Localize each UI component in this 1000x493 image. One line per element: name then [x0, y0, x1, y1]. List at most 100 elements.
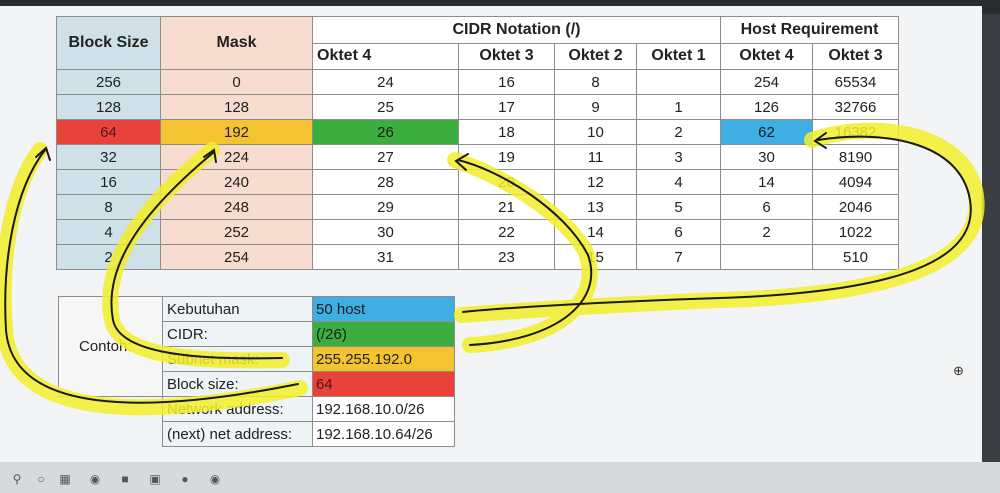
cidr-oktet2-cell: 8: [554, 69, 637, 95]
header-block-size: Block Size: [56, 16, 161, 70]
cidr-oktet4-cell: 31: [312, 244, 459, 270]
table-row: 8 248 29 21 13 5 6 2046: [56, 194, 899, 220]
file-explorer-icon[interactable]: ■: [118, 472, 132, 486]
cidr-oktet2-cell: 13: [554, 194, 637, 220]
cortana-icon[interactable]: ○: [34, 472, 48, 486]
table-row: 4 252 30 22 14 6 2 1022: [56, 219, 899, 245]
host-oktet4-cell: 126: [720, 94, 813, 120]
cidr-oktet2-cell: 10: [554, 119, 637, 145]
host-oktet4-cell: 6: [720, 194, 813, 220]
zoom-in-icon[interactable]: ⊕: [953, 363, 964, 379]
host-oktet4-cell: 2: [720, 219, 813, 245]
block-size-cell: 2: [56, 244, 161, 270]
cidr-oktet4-cell: 29: [312, 194, 459, 220]
header-cidr-notation: CIDR Notation (/): [312, 16, 721, 44]
cidr-oktet1-cell: 6: [636, 219, 721, 245]
edge-icon[interactable]: ◉: [88, 472, 102, 486]
block-size-cell: 128: [56, 94, 161, 120]
mask-cell: 224: [160, 144, 313, 170]
host-oktet3-cell: 2046: [812, 194, 899, 220]
host-oktet3-cell: 1022: [812, 219, 899, 245]
table-row: 2 254 31 23 15 7 510: [56, 244, 899, 270]
example-value-network: 192.168.10.0/26: [312, 396, 455, 422]
example-label: Network address:: [162, 396, 313, 422]
example-row: Network address: 192.168.10.0/26: [59, 396, 455, 422]
example-value-next-network: 192.168.10.64/26: [312, 421, 455, 447]
header-cidr-oktet2: Oktet 2: [554, 42, 637, 70]
mask-cell: 128: [160, 94, 313, 120]
header-mask: Mask: [160, 16, 313, 70]
header-cidr-oktet4: Oktet 4: [312, 42, 459, 70]
cidr-oktet3-cell: 18: [458, 119, 555, 145]
cidr-oktet1-cell: 1: [636, 94, 721, 120]
host-oktet3-cell: 8190: [812, 144, 899, 170]
mask-cell: 0: [160, 69, 313, 95]
host-oktet3-cell: 32766: [812, 94, 899, 120]
store-icon[interactable]: ▣: [148, 472, 162, 486]
cidr-oktet2-cell: 9: [554, 94, 637, 120]
block-size-cell: 16: [56, 169, 161, 195]
host-oktet3-cell: 4094: [812, 169, 899, 195]
cidr-oktet1-cell: 5: [636, 194, 721, 220]
windows-taskbar: ⚲ ○ ▦ ◉ ■ ▣ ● ◉: [0, 462, 1000, 493]
cidr-oktet3-cell: 21: [458, 194, 555, 220]
header-host-oktet4: Oktet 4: [720, 42, 813, 70]
example-label: Subnet mask:: [162, 346, 313, 372]
cidr-oktet3-cell: 22: [458, 219, 555, 245]
block-size-cell: 256: [56, 69, 161, 95]
mask-cell: 254: [160, 244, 313, 270]
header-cidr-oktet3: Oktet 3: [458, 42, 555, 70]
cidr-oktet4-cell: 25: [312, 94, 459, 120]
block-size-cell: 4: [56, 219, 161, 245]
mask-cell: 248: [160, 194, 313, 220]
cidr-oktet1-cell: [636, 69, 721, 95]
spreadsheet-screen: Block Size Mask CIDR Notation (/) Host R…: [0, 6, 982, 464]
subnet-reference-table: Block Size Mask CIDR Notation (/) Host R…: [56, 16, 899, 270]
cidr-oktet4-cell: 27: [312, 144, 459, 170]
cidr-oktet2-cell: 15: [554, 244, 637, 270]
host-oktet4-cell: 30: [720, 144, 813, 170]
task-view-icon[interactable]: ▦: [58, 472, 72, 486]
table-row-highlighted: 64 192 26 18 10 2 62 16382: [56, 119, 899, 145]
host-oktet3-cell: 510: [812, 244, 899, 270]
table-row: 256 0 24 16 8 254 65534: [56, 69, 899, 95]
block-size-cell: 32: [56, 144, 161, 170]
cidr-oktet4-cell: 28: [312, 169, 459, 195]
host-oktet4-cell: 14: [720, 169, 813, 195]
host-oktet4-cell: 254: [720, 69, 813, 95]
block-size-cell-highlighted: 64: [56, 119, 161, 145]
example-row: Contoh: Kebutuhan 50 host: [58, 296, 455, 397]
host-oktet3-cell: 65534: [812, 69, 899, 95]
example-spacer: [59, 422, 163, 447]
cidr-oktet2-cell: 11: [554, 144, 637, 170]
example-label: Block size:: [162, 371, 313, 397]
example-value-host: 50 host: [312, 296, 455, 322]
example-title: Contoh:: [58, 296, 163, 397]
cidr-oktet4-cell: 24: [312, 69, 459, 95]
table-row: 16 240 28 20 12 4 14 4094: [56, 169, 899, 195]
cidr-oktet2-cell: 14: [554, 219, 637, 245]
chrome-icon[interactable]: ◉: [208, 472, 222, 486]
header-cidr-oktet1: Oktet 1: [636, 42, 721, 70]
header-host-oktet3: Oktet 3: [812, 42, 899, 70]
host-oktet3-cell: 16382: [812, 119, 899, 145]
header-row-1: Block Size Mask CIDR Notation (/) Host R…: [56, 16, 899, 70]
block-size-cell: 8: [56, 194, 161, 220]
cidr-oktet4-cell: 30: [312, 219, 459, 245]
cidr-oktet4-cell-highlighted: 26: [312, 119, 459, 145]
cidr-oktet2-cell: 12: [554, 169, 637, 195]
example-value-mask: 255.255.192.0: [312, 346, 455, 372]
cidr-oktet1-cell: 2: [636, 119, 721, 145]
host-oktet4-cell: [720, 244, 813, 270]
cidr-oktet3-cell: 19: [458, 144, 555, 170]
cidr-oktet3-cell: 23: [458, 244, 555, 270]
example-value-cidr: (/26): [312, 321, 455, 347]
cidr-oktet3-cell: 16: [458, 69, 555, 95]
app-icon[interactable]: ●: [178, 472, 192, 486]
example-label: CIDR:: [162, 321, 313, 347]
example-label: (next) net address:: [162, 421, 313, 447]
header-host-requirement: Host Requirement: [720, 16, 899, 44]
mask-cell-highlighted: 192: [160, 119, 313, 145]
search-icon[interactable]: ⚲: [10, 472, 24, 486]
mask-cell: 240: [160, 169, 313, 195]
